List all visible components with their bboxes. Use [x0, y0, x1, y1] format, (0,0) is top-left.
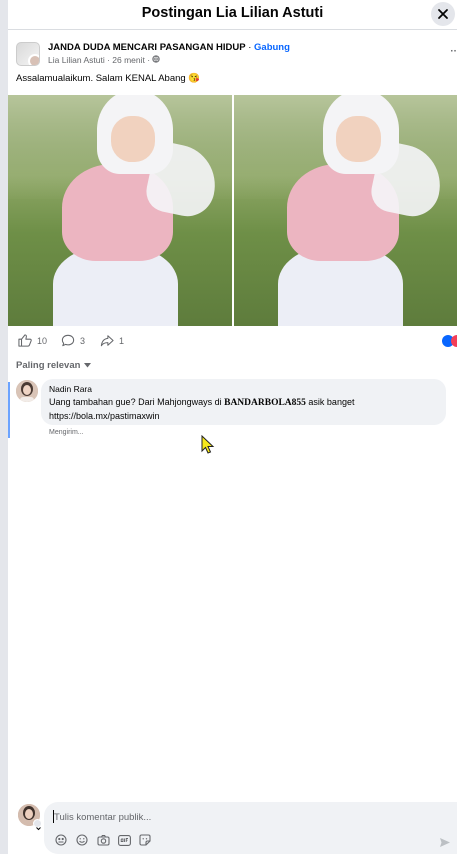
- comment-text-start: Uang tambahan gue? Dari Mahjongways di: [49, 397, 225, 407]
- comment-status: Mengirim...: [49, 429, 84, 436]
- group-avatar[interactable]: [16, 42, 40, 66]
- dialog-title: Postingan Lia Lilian Astuti: [141, 5, 324, 21]
- composer-toolbar: [54, 833, 152, 847]
- gif-button[interactable]: [117, 833, 131, 847]
- close-icon: [438, 9, 448, 19]
- comment-icon: [61, 334, 75, 347]
- share-button[interactable]: 1: [100, 334, 124, 347]
- sort-label: Paling relevan: [16, 360, 81, 371]
- author-mini-avatar[interactable]: [28, 54, 39, 65]
- avatar-sticker-button[interactable]: [54, 833, 68, 847]
- like-count: 10: [37, 335, 48, 346]
- send-comment-button[interactable]: [439, 835, 451, 853]
- share-count: 1: [119, 335, 125, 346]
- group-name-link[interactable]: JANDA DUDA MENCARI PASANGAN HIDUP: [48, 42, 246, 53]
- comment-composer: [8, 798, 457, 854]
- post-stats: 10 3 1: [16, 334, 457, 350]
- comment-count: 3: [80, 335, 86, 346]
- comment-item: Nadin Rara Uang tambahan gue? Dari Mahjo…: [8, 378, 457, 438]
- post-photo-grid: [8, 95, 457, 326]
- group-line: JANDA DUDA MENCARI PASANGAN HIDUP · Gabu…: [48, 42, 290, 53]
- left-scroll-edge: [0, 0, 8, 854]
- avatar-photo: [16, 380, 38, 402]
- post-photo-1[interactable]: [8, 95, 232, 326]
- love-reaction-icon: [451, 335, 457, 347]
- commenter-name-link[interactable]: Nadin Rara: [49, 384, 438, 394]
- comment-bold-brand: BANDARBOLA855: [224, 398, 306, 408]
- comment-text: Uang tambahan gue? Dari Mahjongways di B…: [49, 396, 438, 423]
- post-meta: Lia Lilian Astuti · 26 menit ·: [48, 55, 161, 65]
- mouse-pointer: [201, 434, 215, 459]
- post-author-link[interactable]: Lia Lilian Astuti: [48, 55, 105, 65]
- like-icon: [18, 334, 32, 347]
- send-icon: [440, 838, 450, 847]
- close-button[interactable]: [431, 2, 455, 26]
- photo-figure-face: [110, 115, 156, 162]
- sticker-icon: [139, 834, 151, 846]
- gif-icon: [117, 834, 131, 846]
- avatar-sticker-icon: [55, 834, 67, 846]
- chevron-down-icon: [36, 827, 41, 831]
- share-icon: [100, 335, 114, 347]
- post-photo-2[interactable]: [233, 95, 457, 326]
- post-header: JANDA DUDA MENCARI PASANGAN HIDUP · Gabu…: [16, 42, 457, 68]
- comment-highlight-bar: [8, 382, 10, 438]
- post-text: Assalamualaikum. Salam KENAL Abang 😘: [16, 73, 201, 84]
- photo-button[interactable]: [96, 833, 110, 847]
- profile-switch-badge[interactable]: [33, 819, 42, 831]
- commenter-avatar[interactable]: [16, 380, 38, 402]
- chevron-down-icon: [84, 363, 92, 368]
- emoji-button[interactable]: [75, 833, 89, 847]
- comment-text-end: asik banget: [305, 397, 355, 407]
- camera-icon: [96, 835, 110, 846]
- comment-bubble: Nadin Rara Uang tambahan gue? Dari Mahjo…: [41, 379, 446, 425]
- comment-link[interactable]: https://bola.mx/pastimaxwin: [49, 411, 160, 421]
- comment-input-box[interactable]: [44, 802, 457, 854]
- sticker-button[interactable]: [138, 833, 152, 847]
- join-group-link[interactable]: Gabung: [254, 42, 290, 53]
- photo-figure-face: [336, 115, 381, 162]
- dialog-header: Postingan Lia Lilian Astuti: [8, 0, 457, 30]
- globe-icon: [152, 55, 161, 63]
- reaction-summary[interactable]: [442, 335, 457, 347]
- post-options-button[interactable]: ··: [450, 46, 457, 57]
- cursor-arrow-icon: [201, 434, 215, 454]
- emoji-icon: [76, 834, 88, 846]
- comment-sort-dropdown[interactable]: Paling relevan: [16, 360, 92, 371]
- comment-input[interactable]: [54, 809, 434, 825]
- more-icon: ··: [450, 46, 457, 57]
- post-time-link[interactable]: 26 menit: [112, 55, 145, 65]
- like-button[interactable]: 10: [18, 334, 47, 347]
- comment-count-button[interactable]: 3: [61, 334, 85, 347]
